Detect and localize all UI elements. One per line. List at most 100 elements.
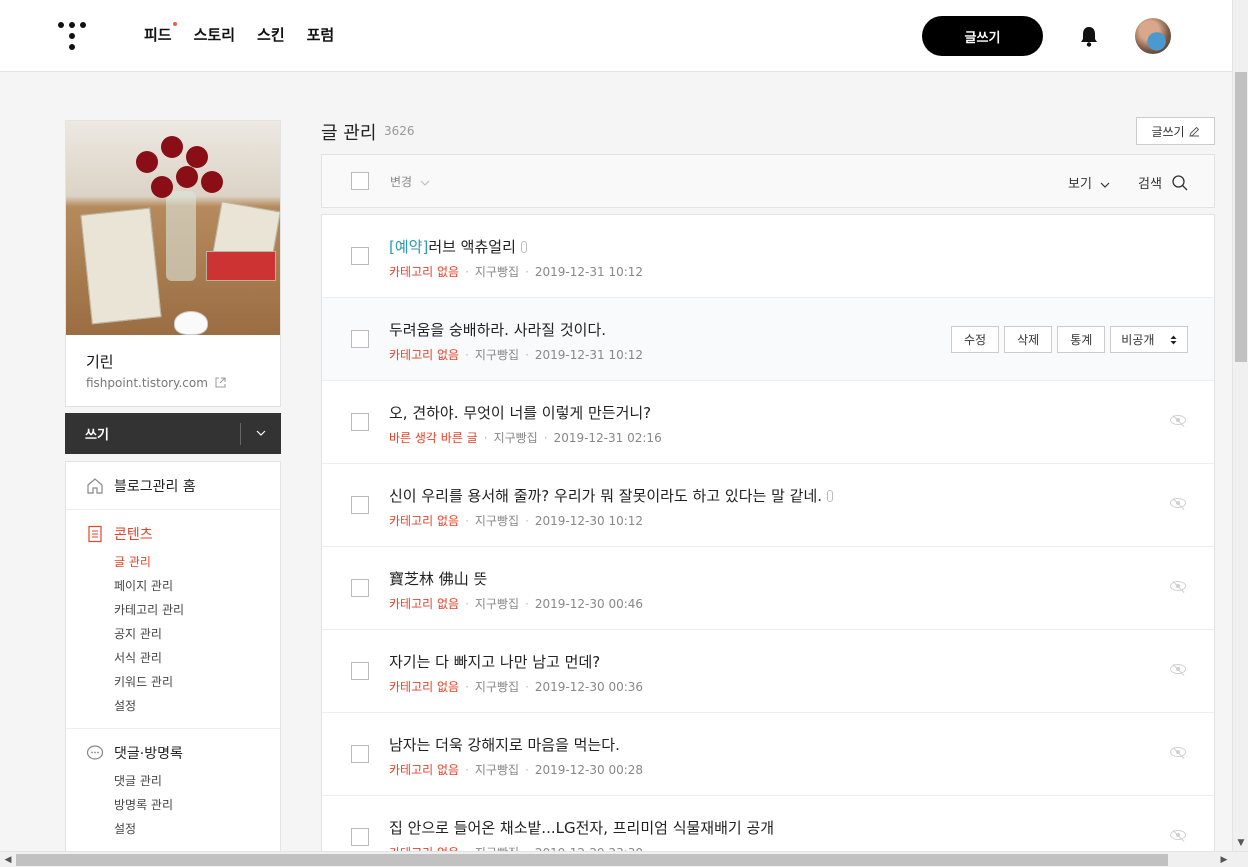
row-checkbox[interactable] — [351, 579, 369, 597]
nav-skin[interactable]: 스킨 — [257, 24, 285, 45]
comment-icon — [86, 745, 104, 760]
post-category[interactable]: 카테고리 없음 — [389, 680, 459, 694]
pencil-icon — [1188, 126, 1199, 137]
write-post-button[interactable]: 글쓰기 — [922, 16, 1043, 56]
bell-icon[interactable] — [1079, 25, 1099, 47]
visibility-select[interactable]: 비공개 — [1110, 326, 1189, 353]
sidebar-item-home[interactable]: 블로그관리 홈 — [66, 462, 280, 510]
sidebar-item-notices[interactable]: 공지 관리 — [86, 622, 280, 646]
edit-button[interactable]: 수정 — [951, 326, 1000, 353]
chevron-down-icon — [1100, 182, 1110, 188]
sidebar-item-pages[interactable]: 페이지 관리 — [86, 574, 280, 598]
sidebar-section-contents: 콘텐츠 글 관리 페이지 관리 카테고리 관리 공지 관리 서식 관리 키워드 … — [66, 510, 280, 729]
post-meta: 카테고리 없음 · 지구빵집 · 2019-12-31 10:12 — [389, 265, 644, 279]
eye-hidden-icon[interactable] — [1170, 498, 1186, 508]
horizontal-scroll-thumb[interactable] — [16, 854, 1168, 866]
post-category[interactable]: 카테고리 없음 — [389, 763, 459, 777]
post-count: 3626 — [384, 124, 415, 138]
blog-profile-image — [66, 121, 280, 335]
post-meta: 바른 생각 바른 글 · 지구빵집 · 2019-12-31 02:16 — [389, 431, 662, 445]
post-category[interactable]: 카테고리 없음 — [389, 265, 459, 279]
post-author: 지구빵집 — [474, 265, 520, 279]
post-category[interactable]: 카테고리 없음 — [389, 348, 459, 362]
eye-hidden-icon[interactable] — [1170, 415, 1186, 425]
sidebar-section-head[interactable]: 댓글·방명록 — [86, 743, 280, 763]
sidebar-item-settings[interactable]: 설정 — [86, 694, 280, 718]
sidebar-item-guestbook[interactable]: 방명록 관리 — [86, 793, 280, 817]
row-checkbox[interactable] — [351, 745, 369, 763]
table-row[interactable]: 寶芝林 佛山 뜻 카테고리 없음 · 지구빵집 · 2019-12-30 00:46 — [322, 547, 1214, 630]
write-post-button-main[interactable]: 글쓰기 — [1136, 117, 1215, 145]
eye-hidden-icon[interactable] — [1170, 664, 1186, 674]
table-row[interactable]: [예약]러브 액츄얼리 카테고리 없음 · 지구빵집 · 2019-12-31 10:1… — [322, 215, 1214, 298]
vertical-scroll-thumb[interactable] — [1235, 72, 1247, 362]
sidebar-item-comment-settings[interactable]: 설정 — [86, 817, 280, 841]
table-row[interactable]: 신이 우리를 용서해 줄까? 우리가 뭐 잘못이라도 하고 있다는 말 같네. … — [322, 464, 1214, 547]
table-row[interactable]: 남자는 더욱 강해지로 마음을 먹는다. 카테고리 없음 · 지구빵집 · 2019-1… — [322, 713, 1214, 796]
row-checkbox[interactable] — [351, 828, 369, 846]
stats-button[interactable]: 통계 — [1057, 326, 1106, 353]
post-category[interactable]: 카테고리 없음 — [389, 597, 459, 611]
table-row[interactable]: 자기는 다 빠지고 나만 남고 먼데? 카테고리 없음 · 지구빵집 · 2019-12… — [322, 630, 1214, 713]
table-row[interactable]: 오, 견하야. 무엇이 너를 이렇게 만든거니? 바른 생각 바른 글 · 지구빵집… — [322, 381, 1214, 464]
clip-icon — [827, 490, 834, 502]
sidebar-section-head[interactable]: 콘텐츠 — [86, 524, 280, 544]
top-header: 피드 스토리 스킨 포럼 글쓰기 — [0, 0, 1232, 72]
post-date: 2019-12-30 00:36 — [534, 680, 644, 694]
tistory-logo-icon[interactable] — [58, 22, 86, 50]
post-category[interactable]: 바른 생각 바른 글 — [389, 431, 478, 445]
post-meta: 카테고리 없음 · 지구빵집 · 2019-12-30 10:12 — [389, 514, 644, 528]
view-dropdown[interactable]: 보기 — [1068, 173, 1110, 192]
row-checkbox[interactable] — [351, 413, 369, 431]
nav-story[interactable]: 스토리 — [194, 24, 235, 45]
row-checkbox[interactable] — [351, 247, 369, 265]
main-nav: 피드 스토리 스킨 포럼 — [144, 22, 335, 45]
vertical-scrollbar[interactable]: ▼ — [1232, 0, 1248, 851]
post-list-toolbar: 변경 보기 검색 — [321, 154, 1215, 208]
row-checkbox[interactable] — [351, 662, 369, 680]
bulk-change-dropdown[interactable]: 변경 — [390, 173, 430, 190]
post-title[interactable]: 寶芝林 佛山 뜻 — [389, 568, 487, 589]
sidebar-item-posts[interactable]: 글 관리 — [86, 550, 280, 574]
scroll-down-arrow-icon[interactable]: ▼ — [1233, 835, 1248, 851]
eye-hidden-icon[interactable] — [1170, 747, 1186, 757]
row-checkbox[interactable] — [351, 496, 369, 514]
eye-hidden-icon[interactable] — [1170, 830, 1186, 840]
post-meta: 카테고리 없음 · 지구빵집 · 2019-12-30 00:28 — [389, 763, 644, 777]
blog-url-link[interactable]: fishpoint.tistory.com — [86, 376, 226, 390]
post-author: 지구빵집 — [474, 763, 520, 777]
post-title[interactable]: 자기는 다 빠지고 나만 남고 먼데? — [389, 651, 600, 672]
nav-feed[interactable]: 피드 — [144, 22, 177, 45]
post-title[interactable]: 남자는 더욱 강해지로 마음을 먹는다. — [389, 734, 620, 755]
search-icon — [1172, 175, 1188, 191]
post-date: 2019-12-30 00:28 — [534, 763, 644, 777]
post-date: 2019-12-31 10:12 — [534, 348, 644, 362]
row-checkbox[interactable] — [351, 330, 369, 348]
delete-button[interactable]: 삭제 — [1004, 326, 1053, 353]
post-title[interactable]: 오, 견하야. 무엇이 너를 이렇게 만든거니? — [389, 402, 651, 423]
nav-forum[interactable]: 포럼 — [307, 24, 335, 45]
post-title[interactable]: 신이 우리를 용서해 줄까? 우리가 뭐 잘못이라도 하고 있다는 말 같네. — [389, 485, 834, 506]
post-title[interactable]: 집 안으로 들어온 채소밭...LG전자, 프리미엄 식물재배기 공개 — [389, 817, 774, 838]
post-author: 지구빵집 — [474, 348, 520, 362]
post-meta: 카테고리 없음 · 지구빵집 · 2019-12-31 10:12 — [389, 348, 644, 362]
page-title: 글 관리 — [321, 123, 377, 144]
post-author: 지구빵집 — [493, 431, 538, 445]
post-title[interactable]: [예약]러브 액츄얼리 — [389, 236, 527, 257]
sidebar-item-templates[interactable]: 서식 관리 — [86, 646, 280, 670]
sidebar-item-keywords[interactable]: 키워드 관리 — [86, 670, 280, 694]
horizontal-scrollbar[interactable]: ◀ ▶ — [0, 851, 1248, 867]
eye-hidden-icon[interactable] — [1170, 581, 1186, 591]
search-button[interactable]: 검색 — [1138, 173, 1188, 192]
post-category[interactable]: 카테고리 없음 — [389, 514, 459, 528]
chevron-down-icon[interactable] — [241, 428, 281, 439]
avatar[interactable] — [1135, 18, 1171, 54]
post-title[interactable]: 두려움을 숭배하라. 사라질 것이다. — [389, 319, 606, 340]
sidebar-item-categories[interactable]: 카테고리 관리 — [86, 598, 280, 622]
scroll-left-arrow-icon[interactable]: ◀ — [0, 852, 16, 867]
sidebar-item-comments[interactable]: 댓글 관리 — [86, 769, 280, 793]
scroll-right-arrow-icon[interactable]: ▶ — [1216, 852, 1232, 867]
table-row[interactable]: 두려움을 숭배하라. 사라질 것이다. 카테고리 없음 · 지구빵집 · 2019-12… — [322, 298, 1214, 381]
sidebar-write-button[interactable]: 쓰기 — [65, 413, 281, 454]
select-all-checkbox[interactable] — [351, 172, 369, 190]
